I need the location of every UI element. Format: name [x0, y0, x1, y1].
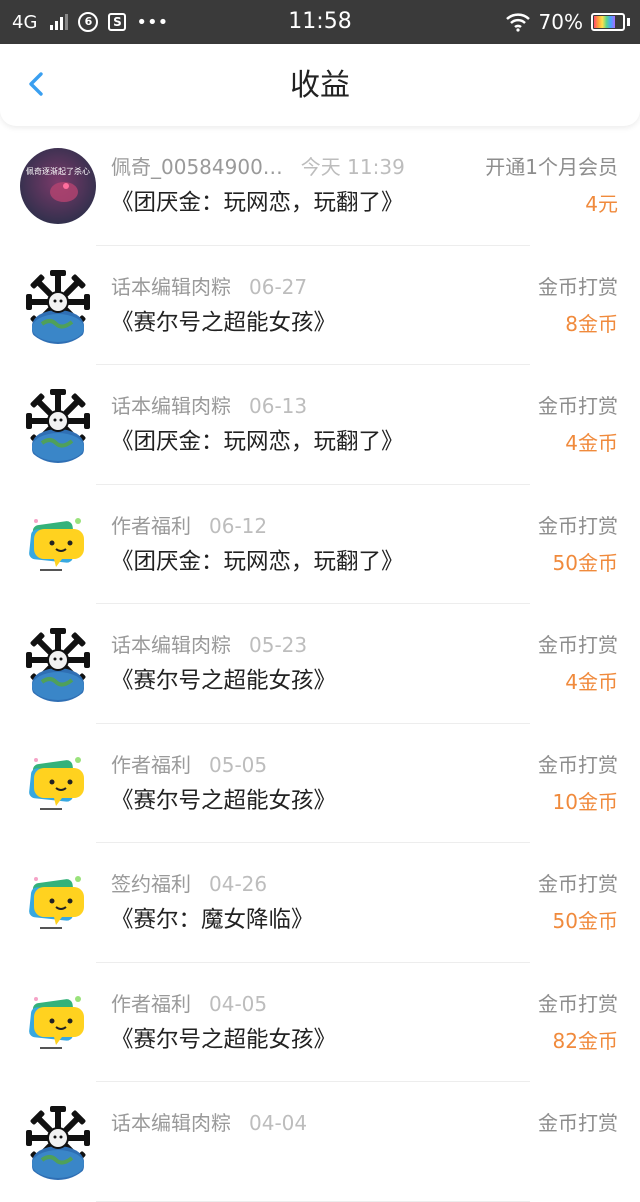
globe-spider-avatar-icon: [20, 1104, 96, 1180]
avatar[interactable]: [20, 506, 96, 583]
earning-type: 金币打赏: [538, 752, 618, 777]
avatar[interactable]: [20, 865, 96, 941]
globe-spider-avatar-icon: [20, 626, 96, 702]
earning-row[interactable]: 作者福利 05-05 《赛尔号之超能女孩》 金币打赏 10金币: [0, 724, 640, 843]
sender-name-text: 作者福利: [111, 513, 191, 538]
earning-type: 金币打赏: [538, 274, 618, 299]
book-title: 《赛尔号之超能女孩》: [111, 787, 337, 814]
sender-name: 话本编辑肉粽 04-04: [111, 1110, 307, 1136]
battery-nub: [627, 18, 630, 26]
book-title: 《团厌金：玩网恋，玩翻了》: [111, 548, 404, 575]
earning-date: 06-27: [249, 274, 308, 299]
sender-name-text: 话本编辑肉粽: [111, 1111, 231, 1135]
earning-amount: 4元: [585, 192, 618, 216]
chat-bubble-avatar-icon: [20, 745, 96, 822]
sender-name: 作者福利 06-12: [111, 513, 267, 539]
wifi-icon: [505, 13, 530, 32]
sender-name: 作者福利 05-05: [111, 752, 267, 778]
earning-type: 金币打赏: [538, 394, 618, 418]
book-title: 《赛尔号之超能女孩》: [111, 1026, 337, 1053]
nav-header: 收益: [0, 44, 640, 126]
earning-amount: 4金币: [565, 431, 618, 455]
earning-row[interactable]: 话本编辑肉粽 06-13 《团厌金：玩网恋，玩翻了》 金币打赏 4金币: [0, 365, 640, 485]
status-bar: 4G 6 S ••• 11:58 70%: [0, 0, 640, 44]
globe-spider-avatar-icon: [20, 387, 96, 463]
sender-name-text: 作者福利: [111, 991, 191, 1016]
sender-name-text: 签约福利: [111, 872, 191, 896]
earning-date: 05-23: [249, 633, 308, 657]
sender-name: 话本编辑肉粽 06-13: [111, 393, 307, 419]
avatar[interactable]: [20, 626, 96, 702]
book-title: 《赛尔：魔女降临》: [111, 907, 314, 933]
earning-type: 金币打赏: [538, 991, 618, 1016]
globe-spider-avatar-icon: [20, 267, 96, 344]
earning-type: 开通1个月会员: [485, 155, 618, 179]
book-title: 《赛尔号之超能女孩》: [111, 309, 337, 336]
avatar[interactable]: [20, 745, 96, 822]
sender-name: 话本编辑肉粽 05-23: [111, 632, 307, 658]
earning-amount: 82金币: [552, 1028, 618, 1053]
earning-date: 04-05: [209, 991, 268, 1016]
avatar[interactable]: [20, 984, 96, 1061]
earning-row[interactable]: 佩奇逐渐起了杀心 佩奇_00584900… 今天 11:39 《团厌金：玩网恋，玩…: [0, 126, 640, 246]
earning-amount: 10金币: [552, 789, 618, 814]
sender-name: 签约福利 04-26: [111, 871, 267, 897]
avatar-caption: 佩奇逐渐起了杀心: [26, 166, 90, 176]
earning-amount: 50金币: [552, 909, 618, 933]
sender-name: 作者福利 04-05: [111, 991, 267, 1017]
avatar[interactable]: [20, 267, 96, 344]
row-divider: [96, 1200, 530, 1202]
sender-name-text: 话本编辑肉粽: [111, 633, 231, 657]
earning-row[interactable]: 作者福利 06-12 《团厌金：玩网恋，玩翻了》 金币打赏 50金币: [0, 485, 640, 604]
book-title: 《赛尔号之超能女孩》: [111, 668, 337, 694]
earning-type: 金币打赏: [538, 633, 618, 657]
avatar-photo-icon: 佩奇逐渐起了杀心: [20, 148, 96, 224]
avatar[interactable]: [20, 387, 96, 463]
earning-date: 06-12: [209, 513, 268, 538]
chat-bubble-avatar-icon: [20, 865, 96, 941]
earning-row[interactable]: 话本编辑肉粽 04-04 金币打赏: [0, 1082, 640, 1202]
book-title: 《团厌金：玩网恋，玩翻了》: [111, 190, 404, 216]
earning-type: 金币打赏: [538, 1111, 618, 1135]
page-title: 收益: [290, 68, 350, 103]
chat-bubble-avatar-icon: [20, 984, 96, 1061]
sender-name-text: 话本编辑肉粽: [111, 394, 231, 418]
sender-name: 佩奇_00584900… 今天 11:39: [111, 154, 405, 180]
earning-row[interactable]: 签约福利 04-26 《赛尔：魔女降临》 金币打赏 50金币: [0, 843, 640, 963]
earning-date: 05-05: [209, 752, 268, 777]
sender-name-text: 作者福利: [111, 752, 191, 777]
chat-bubble-avatar-icon: [20, 506, 96, 583]
earning-row[interactable]: 话本编辑肉粽 05-23 《赛尔号之超能女孩》 金币打赏 4金币: [0, 604, 640, 724]
earning-row[interactable]: 作者福利 04-05 《赛尔号之超能女孩》 金币打赏 82金币: [0, 963, 640, 1082]
sender-name-text: 话本编辑肉粽: [111, 274, 231, 299]
earning-date: 04-04: [249, 1111, 308, 1135]
earnings-list: 佩奇逐渐起了杀心 佩奇_00584900… 今天 11:39 《团厌金：玩网恋，玩…: [0, 126, 640, 1202]
earning-amount: 50金币: [552, 550, 618, 575]
avatar[interactable]: 佩奇逐渐起了杀心: [20, 148, 96, 224]
earning-date: 06-13: [249, 394, 308, 418]
book-title: 《团厌金：玩网恋，玩翻了》: [111, 429, 404, 455]
earning-type: 金币打赏: [538, 513, 618, 538]
avatar[interactable]: [20, 1104, 96, 1180]
earning-amount: 4金币: [565, 670, 618, 694]
sender-name-text: 佩奇_00584900…: [111, 155, 283, 179]
status-right: 70%: [505, 9, 630, 35]
earning-type: 金币打赏: [538, 872, 618, 896]
earning-date: 04-26: [209, 872, 268, 896]
earning-row[interactable]: 话本编辑肉粽 06-27 《赛尔号之超能女孩》 金币打赏 8金币: [0, 246, 640, 365]
earning-amount: 8金币: [565, 311, 618, 336]
sender-name: 话本编辑肉粽 06-27: [111, 274, 307, 300]
battery-icon: [591, 13, 625, 31]
battery-percent: 70%: [538, 10, 583, 34]
earning-date: 今天 11:39: [300, 155, 405, 179]
